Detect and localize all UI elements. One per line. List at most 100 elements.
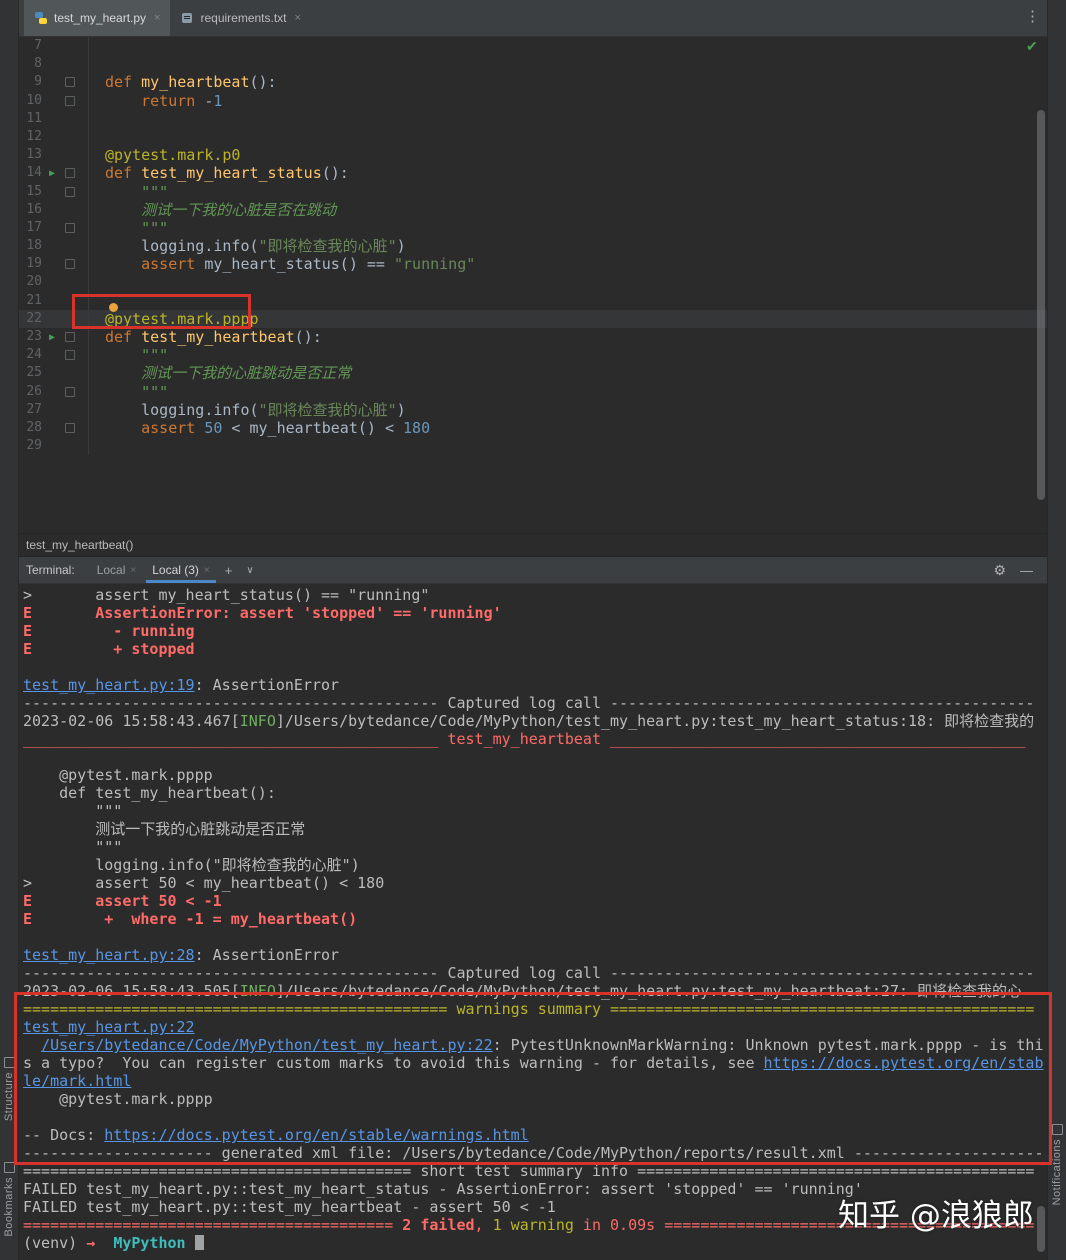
code-line-24: 24 """ [18, 346, 1048, 364]
line-number: 10 [18, 92, 42, 110]
terminal-tab-Local[interactable]: Local× [89, 557, 145, 583]
left-toolwindow-bar: Structure Bookmarks [0, 0, 19, 1260]
ide-window: Structure Bookmarks Notifications test_m… [0, 0, 1066, 1260]
terminal-line: ----------------------------------------… [23, 694, 1048, 712]
terminal-line: 2023-02-06 15:58:43.467[INFO]/Users/byte… [23, 712, 1048, 730]
code-line-25: 25 测试一下我的心脏跳动是否正常 [18, 364, 1048, 382]
terminal-link[interactable]: https://docs.pytest.org/en/stable/warnin… [104, 1126, 528, 1144]
code-line-18: 18 logging.info("即将检查我的心脏") [18, 237, 1048, 255]
main-area: test_my_heart.py×requirements.txt× ⋮ 789d… [18, 0, 1048, 1260]
terminal-link[interactable]: https://docs.pytest.org/en/stab [764, 1054, 1044, 1072]
editor-scrollbar[interactable] [1037, 110, 1045, 500]
code-line-9: 9def my_heartbeat(): [18, 73, 1048, 91]
code-text: """ [89, 383, 168, 401]
terminal-link[interactable]: /Users/bytedance/Code/MyPython/test_my_h… [41, 1036, 493, 1054]
gutter[interactable]: 20 [18, 273, 89, 291]
gutter[interactable]: 28 [18, 419, 89, 437]
code-line-17: 17 """ [18, 219, 1048, 237]
fold-icon[interactable] [65, 350, 75, 360]
fold-icon[interactable] [65, 423, 75, 433]
gutter[interactable]: 13 [18, 146, 89, 164]
terminal-scrollbar[interactable] [1037, 1206, 1045, 1252]
editor-tab-test_my_heart.py[interactable]: test_my_heart.py× [24, 0, 170, 36]
run-test-icon[interactable]: ▶ [49, 332, 55, 343]
fold-icon[interactable] [65, 77, 75, 87]
gutter[interactable]: 14▶ [18, 164, 89, 182]
settings-gear-icon[interactable]: ⚙ [993, 562, 1006, 579]
gutter[interactable]: 29 [18, 437, 89, 455]
gutter[interactable]: 16 [18, 201, 89, 219]
gutter[interactable]: 25 [18, 364, 89, 382]
code-text [89, 110, 105, 128]
chevron-down-icon[interactable]: ∨ [246, 565, 253, 576]
terminal-line: E - running [23, 622, 1048, 640]
terminal-line: test_my_heart.py:19: AssertionError [23, 676, 1048, 694]
fold-icon[interactable] [65, 223, 75, 233]
code-text [89, 37, 105, 55]
gutter[interactable]: 24 [18, 346, 89, 364]
toolwindow-button-bookmarks[interactable]: Bookmarks [0, 1158, 18, 1237]
line-number: 24 [18, 346, 42, 364]
terminal-line [23, 658, 1048, 676]
gutter[interactable]: 12 [18, 128, 89, 146]
fold-icon[interactable] [65, 259, 75, 269]
terminal-line: -- Docs: https://docs.pytest.org/en/stab… [23, 1126, 1048, 1144]
notifications-label: Notifications [1051, 1139, 1063, 1205]
text-file-icon [180, 11, 194, 25]
fold-icon[interactable] [65, 96, 75, 106]
gutter[interactable]: 10 [18, 92, 89, 110]
terminal-line: test_my_heart.py:28: AssertionError [23, 946, 1048, 964]
code-text: def my_heartbeat(): [89, 73, 277, 91]
terminal-line [23, 928, 1048, 946]
gutter[interactable]: 18 [18, 237, 89, 255]
terminal-line: ________________________________________… [23, 730, 1048, 748]
gutter[interactable]: 11 [18, 110, 89, 128]
inspection-ok-icon: ✔ [1026, 38, 1038, 55]
code-text [89, 128, 105, 146]
gutter[interactable]: 21 [18, 292, 89, 310]
terminal-link[interactable]: test_my_heart.py:22 [23, 1018, 195, 1036]
terminal-link[interactable]: test_my_heart.py:19 [23, 676, 195, 694]
editor-tab-requirements.txt[interactable]: requirements.txt× [170, 0, 310, 36]
hide-toolwindow-icon[interactable]: — [1020, 563, 1033, 578]
fold-icon[interactable] [65, 187, 75, 197]
line-number: 18 [18, 237, 42, 255]
code-line-10: 10 return -1 [18, 92, 1048, 110]
tab-close-icon[interactable]: × [295, 12, 301, 24]
gutter[interactable]: 17 [18, 219, 89, 237]
toolwindow-button-notifications[interactable]: Notifications [1048, 1120, 1066, 1205]
gutter[interactable]: 7 [18, 37, 89, 55]
fold-icon[interactable] [65, 168, 75, 178]
gutter[interactable]: 22 [18, 310, 89, 328]
code-line-16: 16 测试一下我的心脏是否在跳动 [18, 201, 1048, 219]
terminal-output[interactable]: > assert my_heart_status() == "running"E… [18, 584, 1048, 1260]
run-test-icon[interactable]: ▶ [49, 168, 55, 179]
more-options-icon[interactable]: ⋮ [1025, 7, 1040, 25]
gutter[interactable]: 26 [18, 383, 89, 401]
gutter[interactable]: 8 [18, 55, 89, 73]
new-session-icon[interactable]: + [225, 563, 233, 578]
line-number: 22 [18, 310, 42, 328]
gutter[interactable]: 15 [18, 183, 89, 201]
line-number: 17 [18, 219, 42, 237]
editor-context-breadcrumb: test_my_heartbeat() [18, 533, 1048, 557]
terminal-link[interactable]: test_my_heart.py:28 [23, 946, 195, 964]
terminal-link[interactable]: le/mark.html [23, 1072, 131, 1090]
tab-close-icon[interactable]: × [154, 12, 160, 24]
watermark-text: 知乎 @浪狼郎 [838, 1190, 1034, 1235]
terminal-tab-Local (3)[interactable]: Local (3)× [144, 557, 218, 583]
fold-icon[interactable] [65, 387, 75, 397]
terminal-line: E + where -1 = my_heartbeat() [23, 910, 1048, 928]
gutter[interactable]: 19 [18, 255, 89, 273]
gutter[interactable]: 23▶ [18, 328, 89, 346]
toolwindow-button-structure[interactable]: Structure [0, 1053, 18, 1121]
gutter[interactable]: 9 [18, 73, 89, 91]
code-text: """ [89, 346, 168, 364]
gutter[interactable]: 27 [18, 401, 89, 419]
code-line-20: 20 [18, 273, 1048, 291]
line-number: 7 [18, 37, 42, 55]
code-editor[interactable]: 789def my_heartbeat():10 return -1111213… [18, 37, 1048, 533]
tab-close-icon[interactable]: × [204, 565, 210, 576]
tab-close-icon[interactable]: × [130, 565, 136, 576]
fold-icon[interactable] [65, 332, 75, 342]
